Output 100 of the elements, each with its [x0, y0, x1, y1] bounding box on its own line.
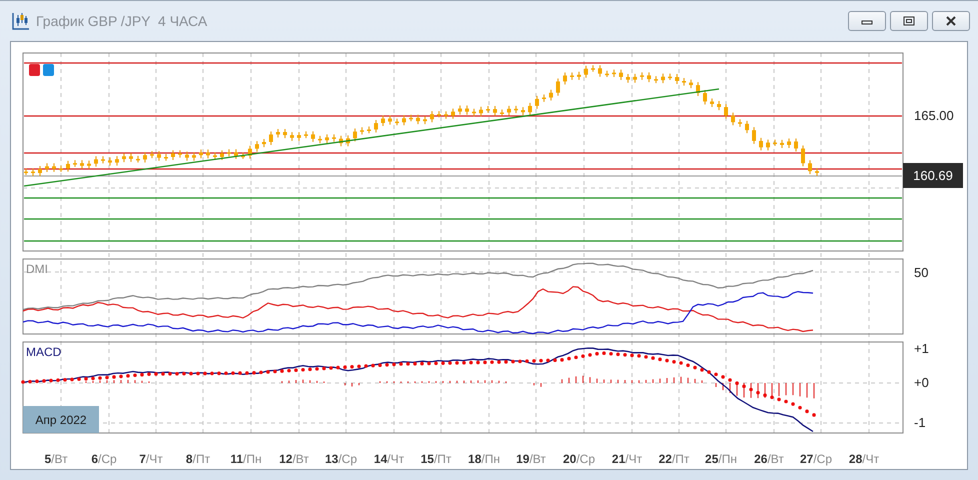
candlestick	[262, 138, 266, 148]
candlestick	[416, 114, 420, 125]
candlestick	[612, 69, 616, 78]
minimize-button[interactable]	[848, 11, 886, 31]
candlestick	[654, 76, 658, 84]
candlestick	[703, 90, 707, 105]
candlestick	[584, 65, 588, 78]
candlestick	[458, 105, 462, 116]
candlestick	[87, 160, 91, 170]
candlestick	[472, 108, 476, 117]
candlestick	[122, 152, 126, 163]
date-label: 15/Пт	[420, 452, 452, 466]
date-label: 27/Ср	[800, 452, 832, 466]
candlestick	[31, 168, 35, 177]
candlestick	[780, 139, 784, 148]
candlestick	[570, 72, 574, 80]
maximize-button[interactable]	[890, 11, 928, 31]
candlestick	[206, 148, 210, 159]
candlestick	[129, 152, 133, 162]
candlestick	[234, 148, 238, 160]
candlestick	[626, 73, 630, 84]
date-label: 18/Пн	[468, 452, 500, 466]
square-icon[interactable]	[29, 64, 40, 76]
panel-title: MACD	[26, 345, 62, 359]
candlestick	[437, 110, 441, 118]
candlestick	[318, 135, 322, 144]
candlestick	[668, 73, 672, 81]
date-label: 12/Вт	[279, 452, 309, 466]
candlestick	[542, 94, 546, 102]
candlestick	[773, 139, 777, 146]
candlestick	[486, 106, 490, 114]
candlestick	[563, 72, 567, 85]
date-label: 19/Вт	[516, 452, 546, 466]
candlestick	[276, 128, 280, 138]
candlestick	[451, 108, 455, 120]
candlestick	[269, 130, 273, 146]
price-tag: 160.69	[903, 163, 963, 188]
candlestick	[661, 73, 665, 84]
candlestick	[745, 120, 749, 134]
candlestick	[353, 128, 357, 142]
close-icon	[945, 16, 957, 26]
axis-label: -1	[914, 415, 926, 430]
date-label: 8/Пт	[186, 452, 210, 466]
date-label: 11/Пн	[230, 452, 262, 466]
candlestick	[647, 72, 651, 83]
candlestick	[696, 82, 700, 97]
candlestick	[381, 115, 385, 127]
candlestick	[640, 72, 644, 80]
date-label: 28/Чт	[848, 452, 880, 466]
candlestick	[346, 134, 350, 147]
chart-icon	[12, 12, 30, 30]
candlestick	[332, 134, 336, 142]
candlestick	[108, 156, 112, 166]
candlestick	[689, 79, 693, 89]
candlestick	[556, 78, 560, 96]
candlestick	[598, 64, 602, 78]
candlestick	[227, 148, 231, 157]
candlestick	[766, 139, 770, 151]
candlestick	[409, 114, 413, 122]
candlestick	[402, 114, 406, 126]
candlestick	[493, 106, 497, 116]
candlestick	[290, 132, 294, 142]
date-label: 25/Пн	[705, 452, 737, 466]
date-label: 13/Ср	[324, 452, 358, 466]
candlestick	[619, 69, 623, 80]
candlestick	[367, 126, 371, 134]
candlestick	[808, 160, 812, 175]
candlestick	[465, 105, 469, 116]
candlestick	[549, 89, 553, 102]
candlestick	[164, 154, 168, 162]
candlestick	[724, 104, 728, 120]
date-label: 14/Чт	[374, 452, 404, 466]
date-label: 26/Вт	[754, 452, 784, 466]
candlestick	[38, 165, 42, 177]
candlestick	[752, 126, 756, 144]
candlestick	[185, 151, 189, 162]
candlestick	[507, 105, 511, 116]
candlestick	[248, 145, 252, 160]
candlestick	[325, 134, 329, 144]
candlestick	[731, 112, 735, 126]
candlestick	[199, 148, 203, 159]
candlestick	[45, 162, 49, 172]
close-button[interactable]	[932, 11, 970, 31]
candlestick	[192, 152, 196, 162]
candlestick	[150, 150, 154, 159]
candlestick	[360, 126, 364, 136]
candlestick	[136, 155, 140, 163]
candlestick	[80, 160, 84, 170]
candlestick	[535, 95, 539, 110]
date-label: 22/Пт	[658, 452, 690, 466]
candlestick	[815, 168, 819, 176]
axis-label: 50	[914, 265, 928, 280]
candlestick	[24, 168, 28, 176]
candlestick	[444, 110, 448, 120]
window-title: График GBP /JPY 4 ЧАСА	[36, 13, 208, 29]
candlestick	[605, 70, 609, 78]
candlestick	[101, 156, 105, 164]
candlestick	[178, 150, 182, 158]
date-label: 20/Ср	[562, 452, 596, 466]
candlestick	[675, 74, 679, 84]
